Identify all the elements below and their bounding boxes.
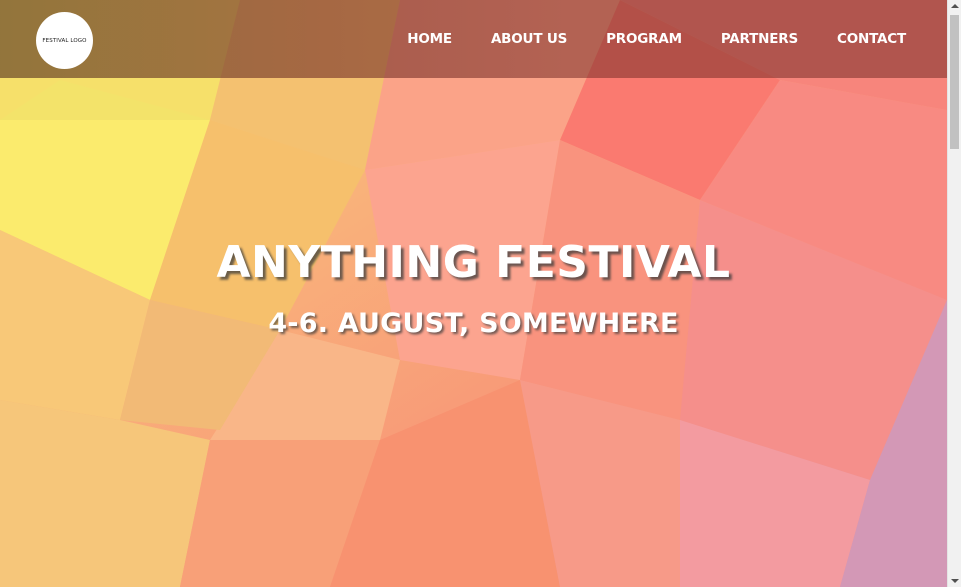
nav-item-about-us[interactable]: ABOUT US xyxy=(491,31,567,47)
nav-item-home[interactable]: HOME xyxy=(407,31,452,47)
vertical-scrollbar[interactable] xyxy=(947,0,961,587)
top-navbar: FESTIVAL LOGO HOME ABOUT US PROGRAM PART… xyxy=(0,0,947,78)
nav-item-partners[interactable]: PARTNERS xyxy=(721,31,798,47)
landing-page: FESTIVAL LOGO HOME ABOUT US PROGRAM PART… xyxy=(0,0,947,587)
hero-subtitle: 4-6. AUGUST, SOMEWHERE xyxy=(268,308,679,339)
nav-item-program[interactable]: PROGRAM xyxy=(606,31,682,47)
main-nav: HOME ABOUT US PROGRAM PARTNERS CONTACT xyxy=(407,0,906,78)
logo-text: FESTIVAL LOGO xyxy=(42,37,87,44)
hero-title: ANYTHING FESTIVAL xyxy=(216,237,731,288)
festival-logo[interactable]: FESTIVAL LOGO xyxy=(36,12,93,69)
scrollbar-thumb[interactable] xyxy=(950,15,959,149)
triangle-down-icon[interactable] xyxy=(951,579,959,583)
hero-section: ANYTHING FESTIVAL 4-6. AUGUST, SOMEWHERE xyxy=(0,230,947,344)
triangle-up-icon[interactable] xyxy=(951,4,959,8)
browser-viewport: FESTIVAL LOGO HOME ABOUT US PROGRAM PART… xyxy=(0,0,961,587)
nav-item-contact[interactable]: CONTACT xyxy=(837,31,906,47)
